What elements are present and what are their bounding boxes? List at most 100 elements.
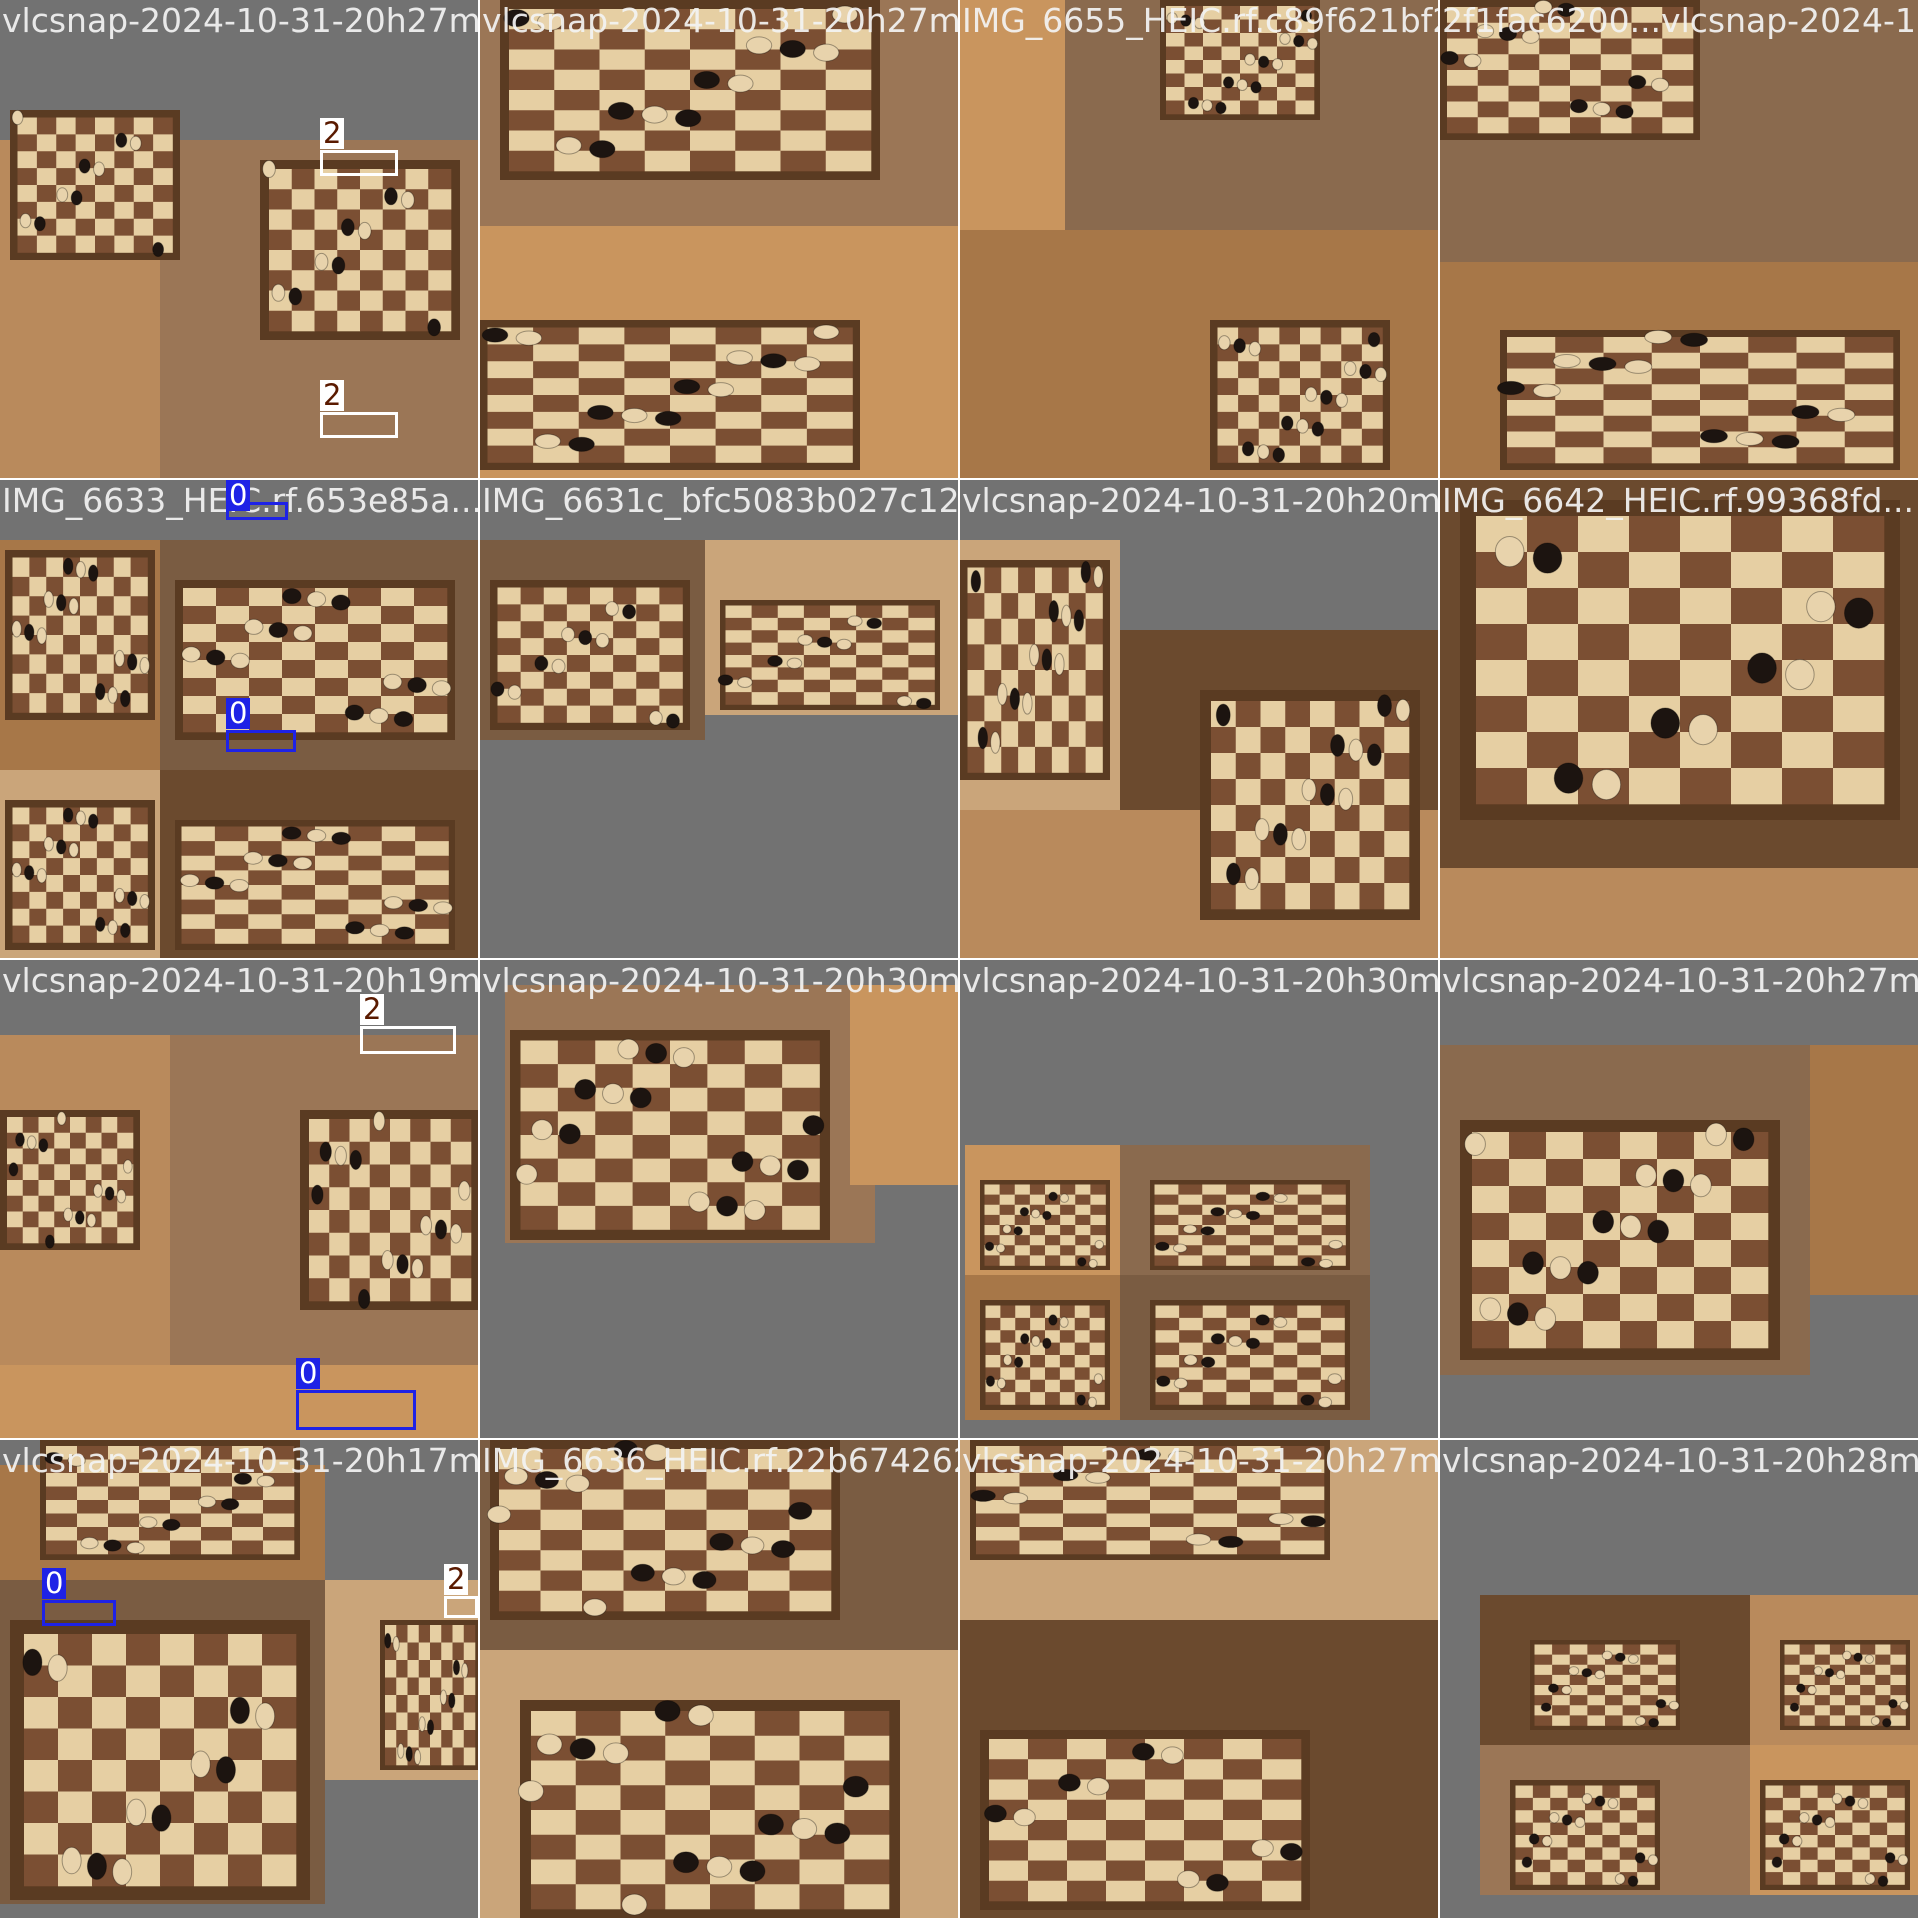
chessboard-square xyxy=(1629,768,1681,805)
chessboard-square xyxy=(1202,1255,1227,1266)
bounding-box-label: 2 xyxy=(320,380,345,411)
chessboard-square xyxy=(1106,1799,1146,1821)
chessboard-square xyxy=(1059,1379,1076,1393)
chessboard-square xyxy=(1800,1797,1818,1811)
chessboard-square xyxy=(1845,1664,1861,1676)
chess-piece xyxy=(26,1135,37,1150)
chessboard-square xyxy=(624,327,671,345)
chessboard-square xyxy=(533,378,580,396)
chessboard-square xyxy=(381,588,415,607)
chessboard-square xyxy=(1765,1785,1784,1799)
chessboard-square xyxy=(1637,1810,1655,1823)
chessboard-square xyxy=(1384,779,1410,806)
chessboard-square xyxy=(1550,1835,1568,1848)
chess-piece xyxy=(427,318,441,337)
chessboard-square xyxy=(856,605,883,619)
chess-piece xyxy=(896,695,913,707)
chess-piece xyxy=(1827,407,1856,422)
chessboard-square xyxy=(1620,1267,1658,1295)
chessboard-square xyxy=(1748,447,1797,464)
chessboard-square xyxy=(1279,344,1301,362)
chessboard-square xyxy=(754,1884,800,1910)
chessboard-square xyxy=(575,1859,621,1885)
chessboard-square xyxy=(38,1211,55,1228)
chessboard-square xyxy=(777,679,805,693)
chess-piece xyxy=(1778,1833,1790,1845)
chess-piece xyxy=(1228,1208,1243,1219)
mosaic-tile: IMG_6633_HEIC.rf.653e85a...00 xyxy=(0,480,478,958)
mosaic-photo xyxy=(1440,1045,1918,1375)
chessboard-square xyxy=(1018,721,1036,748)
chessboard-square xyxy=(130,824,148,842)
chessboard-square xyxy=(216,678,250,697)
chessboard-square xyxy=(1014,1255,1031,1266)
chessboard-square xyxy=(1833,552,1885,589)
chessboard-square xyxy=(1277,100,1296,115)
chessboard-square xyxy=(1622,1664,1641,1676)
chessboard-square xyxy=(390,1141,411,1165)
chess-piece xyxy=(569,1737,596,1760)
chessboard-square xyxy=(1075,1235,1091,1246)
chessboard-square xyxy=(54,1148,71,1165)
chessboard-square xyxy=(1550,1847,1568,1861)
chessboard-square xyxy=(281,841,316,857)
chessboard-square xyxy=(1845,1685,1861,1696)
chess-piece xyxy=(915,697,932,710)
chessboard-square xyxy=(1622,1705,1641,1716)
chessboard-square xyxy=(748,1570,790,1592)
chessboard-square xyxy=(1532,1872,1551,1885)
chessboard-square xyxy=(1680,516,1732,553)
chessboard-square xyxy=(46,635,64,655)
chessboard-square xyxy=(1384,727,1410,754)
chessboard-square xyxy=(856,692,883,705)
chess-piece xyxy=(984,1804,1007,1823)
chessboard-square xyxy=(249,588,283,607)
chessboard-square xyxy=(381,606,415,625)
chessboard-square xyxy=(262,1854,297,1887)
chessboard-square xyxy=(1731,732,1783,769)
chessboard-square xyxy=(263,1500,295,1514)
chessboard-square xyxy=(1869,1847,1888,1861)
chessboard-square xyxy=(407,1695,420,1713)
chessboard-square xyxy=(96,841,115,859)
chessboard-square xyxy=(407,1642,420,1661)
chessboard-square xyxy=(22,1164,39,1181)
chessboard-square xyxy=(1447,85,1479,102)
chessboard-square xyxy=(1507,400,1556,417)
chessboard-square xyxy=(1258,100,1278,115)
chessboard-square xyxy=(1179,1317,1204,1331)
chess-piece xyxy=(985,1375,996,1387)
chessboard-square xyxy=(1068,644,1086,671)
chessboard-square xyxy=(984,567,1002,594)
chessboard-square xyxy=(1600,117,1632,134)
chessboard-square xyxy=(1285,753,1311,780)
chess-piece xyxy=(970,1489,996,1502)
chessboard-square xyxy=(1680,660,1732,697)
chessboard-square xyxy=(46,693,64,713)
chess-piece xyxy=(1272,822,1288,846)
chessboard-square xyxy=(1075,1184,1091,1195)
chess-piece xyxy=(1279,1842,1303,1861)
chessboard-square xyxy=(315,855,349,871)
chessboard-square xyxy=(1321,1225,1346,1236)
chessboard-square xyxy=(1605,1695,1623,1706)
chessboard-square xyxy=(582,1550,624,1571)
chessboard-square xyxy=(1223,1860,1263,1882)
chessboard-square xyxy=(1019,1527,1064,1541)
chessboard-square xyxy=(1833,624,1885,661)
chessboard-square xyxy=(101,1148,118,1165)
chessboard-square xyxy=(369,1164,391,1188)
chessboard-square xyxy=(659,688,683,706)
chessboard-square xyxy=(989,1779,1029,1801)
chessboard-square xyxy=(999,1204,1016,1216)
chess-piece xyxy=(1245,1210,1261,1221)
chessboard-square xyxy=(1262,1779,1302,1801)
chessboard-square xyxy=(533,411,580,430)
chessboard-square xyxy=(1814,1654,1831,1666)
chessboard-square xyxy=(1235,727,1261,754)
chess-piece xyxy=(439,1689,448,1706)
chessboard-square xyxy=(670,1135,708,1159)
bounding-box xyxy=(42,1600,116,1626)
chess-piece xyxy=(1688,713,1718,746)
chessboard-square xyxy=(1799,1715,1816,1726)
